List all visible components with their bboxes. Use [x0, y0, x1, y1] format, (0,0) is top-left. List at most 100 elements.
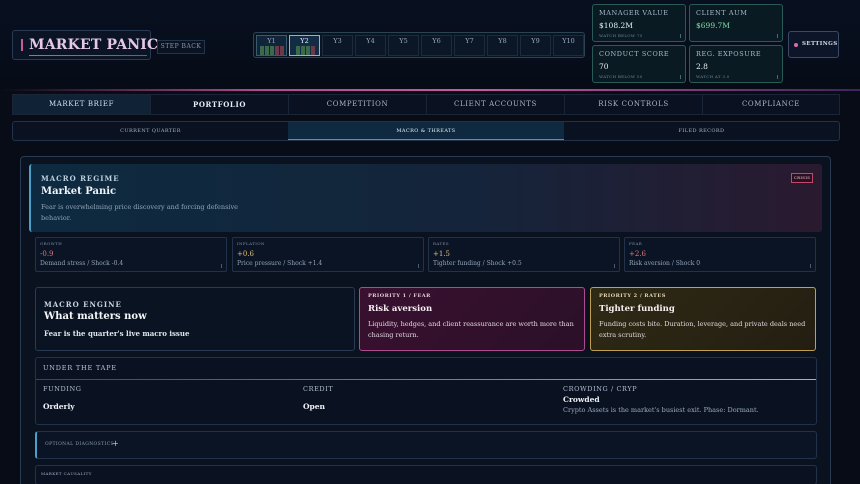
settings-button[interactable]: SETTINGS: [788, 31, 839, 58]
optional-diagnostics-toggle[interactable]: OPTIONAL DIAGNOSTICS +: [35, 431, 817, 459]
stat-value: +2.6: [629, 250, 646, 258]
tape-col-sub: Crypto Assets is the market's busiest ex…: [563, 406, 759, 414]
metric-value: $108.2M: [599, 21, 633, 30]
scenario-title: MARKET PANIC: [12, 30, 158, 60]
stat-growth: GROWTH -0.9 Demand stress / Shock -0.4: [35, 237, 227, 272]
year-label: Y2: [300, 37, 309, 45]
priority-title: Risk aversion: [368, 304, 433, 314]
year-label: Y10: [562, 37, 575, 45]
year-y7[interactable]: Y7: [454, 35, 485, 56]
priority-kicker: PRIORITY 1 / FEAR: [368, 293, 431, 299]
metric-value: $699.7M: [696, 21, 730, 30]
priority-rates-card: PRIORITY 2 / RATES Tighter funding Fundi…: [590, 287, 816, 351]
diagnostics-label: OPTIONAL DIAGNOSTICS: [45, 442, 115, 447]
year-label: Y8: [498, 37, 507, 45]
stat-label: RATES: [433, 241, 450, 246]
subtab-current-quarter[interactable]: CURRENT QUARTER: [13, 122, 288, 140]
year-minibars: [293, 46, 318, 55]
macro-regime-card: MACRO REGIME Market Panic Fear is overwh…: [29, 164, 822, 232]
title-underline: [29, 55, 147, 56]
regime-kicker: MACRO REGIME: [41, 174, 120, 183]
year-timeline: Y1 Y2 Y3 Y4 Y5 Y6 Y7 Y8 Y9 Y10: [253, 32, 585, 58]
year-y9[interactable]: Y9: [520, 35, 551, 56]
year-y3[interactable]: Y3: [322, 35, 353, 56]
under-the-tape-card: UNDER THE TAPE FUNDING Orderly CREDIT Op…: [35, 357, 817, 425]
tab-client-accounts[interactable]: CLIENT ACCOUNTS: [427, 95, 565, 114]
header-divider: [0, 89, 860, 91]
tab-market-brief[interactable]: MARKET BRIEF: [13, 95, 151, 114]
tab-portfolio[interactable]: PORTFOLIO: [151, 95, 289, 114]
year-y4[interactable]: Y4: [355, 35, 386, 56]
stat-sub: Price pressure / Shock +1.4: [237, 260, 323, 267]
main-tabs: MARKET BRIEF PORTFOLIO COMPETITION CLIEN…: [12, 94, 840, 115]
year-y2[interactable]: Y2: [289, 35, 320, 56]
metric-label: MANAGER VALUE: [599, 9, 669, 17]
causality-label: MARKET CAUSALITY: [41, 471, 92, 476]
stat-value: +0.6: [237, 250, 254, 258]
plus-icon: +: [112, 439, 119, 448]
tape-divider: [36, 379, 816, 380]
year-label: Y5: [399, 37, 408, 45]
priority-description: Liquidity, hedges, and client reassuranc…: [368, 320, 574, 339]
priority-description: Funding costs bite. Duration, leverage, …: [599, 320, 806, 339]
page-title: MARKET PANIC: [29, 37, 159, 53]
title-accent-bar: [21, 39, 23, 51]
priority-kicker: PRIORITY 2 / RATES: [599, 293, 666, 299]
settings-status-dot: [794, 43, 798, 47]
regime-title: Market Panic: [41, 186, 117, 197]
tape-kicker: UNDER THE TAPE: [43, 364, 117, 372]
stat-value: -0.9: [40, 250, 54, 258]
engine-kicker: MACRO ENGINE: [44, 300, 122, 309]
stat-label: FEAR: [629, 241, 643, 246]
tape-col-funding: FUNDING Orderly: [43, 385, 82, 411]
priority-title: Tighter funding: [599, 304, 675, 314]
year-minibars: [260, 46, 285, 55]
market-causality-card: MARKET CAUSALITY: [35, 465, 817, 484]
tape-col-label: CROWDING / CRYP: [563, 385, 638, 393]
stat-label: GROWTH: [40, 241, 63, 246]
tab-competition[interactable]: COMPETITION: [289, 95, 427, 114]
stat-sub: Risk aversion / Shock 0: [629, 260, 701, 267]
tape-col-crowding: CROWDING / CRYP Crowded Crypto Assets is…: [563, 385, 759, 414]
metric-label: CLIENT AUM: [696, 9, 748, 17]
metric-value: 70: [599, 62, 609, 71]
engine-description: Fear is the quarter's live macro issue: [44, 329, 190, 338]
metric-label: REG. EXPOSURE: [696, 50, 762, 58]
year-y8[interactable]: Y8: [487, 35, 518, 56]
macro-engine-card: MACRO ENGINE What matters now Fear is th…: [35, 287, 355, 351]
metric-client-aum: CLIENT AUM $699.7M: [689, 4, 783, 42]
engine-title: What matters now: [44, 311, 147, 322]
year-y6[interactable]: Y6: [421, 35, 452, 56]
metric-label: CONDUCT SCORE: [599, 50, 670, 58]
year-label: Y3: [333, 37, 342, 45]
year-label: Y7: [465, 37, 474, 45]
sub-tabs: CURRENT QUARTER MACRO & THREATS FILED RE…: [12, 121, 840, 141]
year-label: Y9: [531, 37, 540, 45]
stat-inflation: INFLATION +0.6 Price pressure / Shock +1…: [232, 237, 424, 272]
stat-sub: Demand stress / Shock -0.4: [40, 260, 124, 267]
step-back-button[interactable]: STEP BACK: [157, 40, 205, 54]
subtab-macro-threats[interactable]: MACRO & THREATS: [288, 122, 564, 140]
subtab-filed-record[interactable]: FILED RECORD: [564, 122, 839, 140]
metric-value: 2.8: [696, 62, 708, 71]
stat-sub: Tighter funding / Shock +0.5: [433, 260, 522, 267]
tape-col-value: Orderly: [43, 402, 75, 411]
year-label: Y4: [366, 37, 375, 45]
metric-sub: WATCH BELOW 50: [599, 74, 643, 79]
metric-manager-value: MANAGER VALUE $108.2M WATCH BELOW 75: [592, 4, 686, 42]
year-label: Y1: [267, 37, 276, 45]
tab-risk-controls[interactable]: RISK CONTROLS: [565, 95, 703, 114]
metric-sub: WATCH BELOW 75: [599, 33, 643, 38]
regime-description: Fear is overwhelming price discovery and…: [41, 203, 239, 222]
tape-col-credit: CREDIT Open: [303, 385, 333, 411]
tab-compliance[interactable]: COMPLIANCE: [703, 95, 839, 114]
year-y5[interactable]: Y5: [388, 35, 419, 56]
status-badge: CRISIS: [791, 173, 813, 183]
stat-fear: FEAR +2.6 Risk aversion / Shock 0: [624, 237, 816, 272]
priority-fear-card: PRIORITY 1 / FEAR Risk aversion Liquidit…: [359, 287, 585, 351]
year-y10[interactable]: Y10: [553, 35, 584, 56]
tape-col-value: Open: [303, 402, 326, 411]
stat-value: +1.5: [433, 250, 450, 258]
year-y1[interactable]: Y1: [256, 35, 287, 56]
year-label: Y6: [432, 37, 441, 45]
